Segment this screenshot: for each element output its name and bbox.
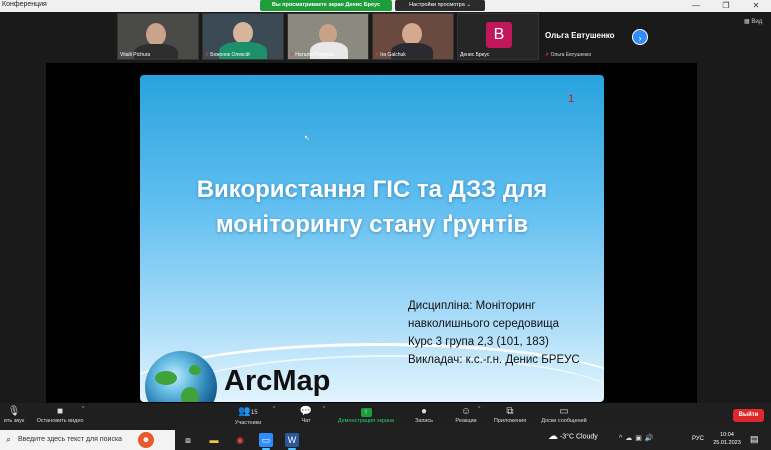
unmute-button[interactable]: 🎙 ить звук [0, 405, 28, 424]
search-icon: ⌕ [6, 434, 12, 444]
participant-tile[interactable]: ✗Ira Galchuk [372, 13, 454, 60]
microphone-icon: 🎙 [7, 406, 21, 417]
participants-label: Участники [234, 420, 262, 426]
chevron-up-icon[interactable]: ^ [82, 406, 84, 412]
clock-time: 10:04 [720, 432, 734, 438]
minimize-button[interactable]: — [681, 0, 711, 12]
view-options-button[interactable]: Настройки просмотра ⌄ [395, 0, 485, 11]
slide-title: Використання ГІС та ДЗЗ для моніторингу … [196, 176, 548, 238]
participant-video [233, 22, 253, 44]
mic-muted-icon: ✗ [375, 52, 380, 58]
participant-name: ✗Божонок Олексій [205, 52, 250, 58]
view-button-label: Вид [751, 19, 763, 25]
next-page-button[interactable]: › [632, 29, 648, 45]
close-button[interactable]: ✕ [741, 0, 771, 12]
view-options-label: Настройки просмотра [409, 2, 465, 8]
chat-label: Чат [301, 418, 311, 424]
system-tray[interactable]: ^☁▣🔊 [619, 434, 657, 442]
participants-count: 15 [250, 410, 258, 416]
file-explorer-icon[interactable]: ▬ [207, 433, 221, 447]
chat-button[interactable]: 💬 Чат ^ [294, 405, 326, 424]
slide-info: Дисципліна: Моніторинг навколишнього сер… [408, 297, 598, 369]
whiteboard-button[interactable]: ▭ Доски сообщений [536, 405, 592, 424]
unmute-label: ить звук [3, 418, 25, 424]
stop-video-label: Остановить видео [36, 418, 84, 424]
lecturer-text: Викладач: к.с.-г.н. Денис БРЕУС [408, 354, 580, 366]
discipline-text: навколишнього середовища [408, 318, 559, 330]
discipline-text: Дисципліна: Моніторинг [408, 300, 536, 312]
share-screen-icon: ↑ [360, 408, 372, 417]
zoom-app-icon[interactable]: ▭ [259, 433, 273, 450]
window-title: Конференция [2, 1, 47, 8]
participant-tile[interactable]: B Денис Бреус [457, 13, 539, 60]
task-view-icon[interactable]: ⧈ [181, 433, 195, 447]
video-camera-icon: ■ [56, 406, 64, 417]
record-label: Запись [414, 418, 434, 424]
participant-name: ✗Наталія Горнова [290, 52, 334, 58]
chevron-up-icon[interactable]: ^ [323, 406, 325, 412]
participant-tile[interactable]: ✗Божонок Олексій [202, 13, 284, 60]
participant-name: Денис Бреус [460, 52, 490, 58]
participant-strip: Vitalii Pichura ✗Божонок Олексій ✗Наталі… [0, 12, 771, 62]
avatar: B [486, 22, 512, 48]
reactions-label: Реакции [455, 418, 477, 424]
leave-meeting-button[interactable]: Выйти [733, 409, 764, 422]
language-indicator[interactable]: РУС [692, 436, 704, 442]
cloud-icon: ☁ [548, 431, 558, 442]
chevron-down-icon: ⌄ [466, 2, 471, 8]
active-speaker-label: ✗ Ольга Евтушенко [545, 52, 592, 58]
apps-icon: ⧉ [506, 406, 514, 417]
whiteboard-icon: ▭ [559, 406, 569, 417]
share-screen-label: Демонстрация экрана [337, 418, 395, 424]
apps-button[interactable]: ⧉ Приложения [489, 405, 531, 424]
word-app-icon[interactable]: W [285, 433, 299, 450]
mic-muted-icon: ✗ [205, 52, 210, 58]
participant-video [402, 23, 422, 45]
participant-name: Vitalii Pichura [120, 52, 151, 58]
participant-video [319, 24, 337, 44]
record-button[interactable]: ● Запись [408, 405, 440, 424]
arcmap-logo-text: ArcMap [224, 365, 331, 397]
participant-name: ✗Ira Galchuk [375, 52, 406, 58]
presentation-slide: 1 ↖ Використання ГІС та ДЗЗ для монітори… [140, 75, 604, 402]
mic-muted-icon: ✗ [545, 52, 550, 58]
slide-number: 1 [568, 93, 575, 105]
reactions-button[interactable]: ☺ Реакции ^ [448, 405, 484, 424]
search-highlight-icon[interactable]: ☻ [138, 432, 154, 448]
chrome-icon[interactable]: ◉ [233, 433, 247, 447]
weather-widget[interactable]: ☁ -3°C Cloudy [548, 431, 598, 442]
participant-tile[interactable]: ✗Наталія Горнова [287, 13, 369, 60]
meeting-toolbar: 🎙 ить звук ■ Остановить видео ^ 👥15 Учас… [0, 403, 771, 430]
chat-icon: 💬 [299, 406, 313, 417]
clock-date: 25.01.2023 [713, 440, 741, 446]
whiteboard-label: Доски сообщений [541, 418, 587, 424]
notification-icon[interactable]: ▤ [750, 434, 759, 445]
active-speaker-name: Ольга Евтушенко [545, 31, 615, 40]
chevron-up-icon[interactable]: ^ [478, 406, 480, 412]
chevron-up-icon[interactable]: ^ [273, 406, 275, 412]
view-button[interactable]: ▦ Вид [744, 18, 762, 25]
participant-tile[interactable]: Vitalii Pichura [117, 13, 199, 60]
mouse-cursor-icon: ↖ [304, 135, 310, 142]
screen-share-banner: Вы просматриваете экран Денис Бреус [260, 0, 392, 11]
participant-video [146, 23, 166, 46]
mic-muted-icon: ✗ [290, 52, 295, 58]
search-input[interactable]: Введите здесь текст для поиска [18, 436, 122, 443]
record-icon: ● [420, 406, 428, 417]
share-screen-button[interactable]: ↑ Демонстрация экрана [330, 405, 402, 424]
maximize-button[interactable]: ❐ [711, 0, 741, 12]
course-text: Курс 3 група 2,3 (101, 183) [408, 336, 549, 348]
participants-button[interactable]: 👥15 Участники ^ [228, 405, 276, 426]
apps-label: Приложения [493, 418, 527, 424]
grid-icon: ▦ [744, 19, 750, 25]
people-icon: 👥15 [238, 406, 258, 417]
clock[interactable]: 10:04 25.01.2023 [711, 431, 743, 447]
stop-video-button[interactable]: ■ Остановить видео ^ [30, 405, 90, 424]
